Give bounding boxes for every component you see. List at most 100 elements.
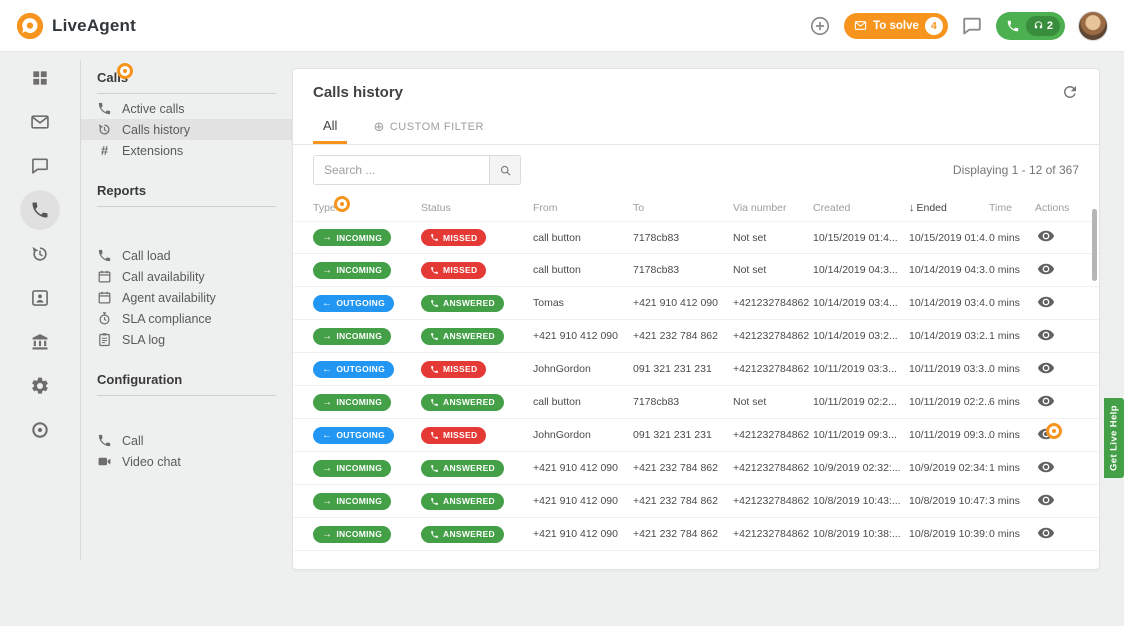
rail-contacts-button[interactable] [20, 278, 60, 318]
to-solve-button[interactable]: To solve 4 [844, 13, 948, 39]
table-row[interactable]: INCOMING ANSWERED +421 910 412 090 +421 … [293, 320, 1099, 353]
via-number-cell: +421232784862 [733, 429, 813, 441]
search-box [313, 155, 521, 185]
phone-icon [430, 398, 439, 407]
gear-icon [30, 376, 50, 396]
mail-icon [854, 19, 867, 32]
sidebar-item-video-chat[interactable]: Video chat [81, 451, 292, 472]
column-header-ended[interactable]: Ended [909, 202, 989, 214]
column-header-time[interactable]: Time [989, 202, 1035, 214]
type-badge: INCOMING [313, 328, 391, 345]
to-cell: 7178cb83 [633, 232, 733, 244]
table-row[interactable]: OUTGOING ANSWERED Tomas +421 910 412 090… [293, 287, 1099, 320]
rail-dashboard-button[interactable] [20, 58, 60, 98]
rail-chats-button[interactable] [20, 146, 60, 186]
table-row[interactable]: INCOMING MISSED call button 7178cb83 Not… [293, 221, 1099, 254]
chat-bubble-icon [30, 156, 50, 176]
view-call-button[interactable] [1037, 524, 1055, 542]
phone-icon [30, 200, 50, 220]
to-cell: +421 232 784 862 [633, 462, 733, 474]
view-call-button[interactable] [1037, 359, 1055, 377]
time-cell: 0 mins [989, 232, 1035, 244]
sidebar-item-calls-history[interactable]: Calls history [81, 119, 292, 140]
phone-icon [430, 464, 439, 473]
status-badge: MISSED [421, 361, 486, 378]
icon-rail [0, 52, 80, 626]
view-call-button[interactable] [1037, 458, 1055, 476]
view-call-button[interactable] [1037, 260, 1055, 278]
sidebar-item-agent-availability[interactable]: Agent availability [81, 287, 292, 308]
table-row[interactable]: OUTGOING MISSED JohnGordon 091 321 231 2… [293, 353, 1099, 386]
phone-icon [430, 530, 439, 539]
ended-cell: 10/11/2019 02:2... [909, 396, 989, 408]
eye-icon [1037, 359, 1055, 377]
rail-tickets-button[interactable] [20, 102, 60, 142]
column-header-from[interactable]: From [533, 202, 633, 214]
table-header: Type Status From To Via number Created E… [293, 195, 1099, 221]
table-row[interactable]: INCOMING ANSWERED +421 910 412 090 +421 … [293, 518, 1099, 551]
created-cell: 10/14/2019 03:2... [813, 330, 909, 342]
from-cell: call button [533, 396, 633, 408]
created-cell: 10/14/2019 04:3... [813, 264, 909, 276]
chats-button[interactable] [961, 15, 983, 37]
tab-all[interactable]: All [313, 109, 347, 144]
search-input[interactable] [314, 156, 489, 184]
ended-cell: 10/15/2019 01:4... [909, 232, 989, 244]
column-header-to[interactable]: To [633, 202, 733, 214]
table-row[interactable]: INCOMING ANSWERED +421 910 412 090 +421 … [293, 485, 1099, 518]
rail-company-button[interactable] [20, 322, 60, 362]
sidebar-item-sla-compliance[interactable]: SLA compliance [81, 308, 292, 329]
brand-logo[interactable]: LiveAgent [16, 12, 136, 40]
sidebar-item-call-load[interactable]: Call load [81, 245, 292, 266]
to-solve-count-badge: 4 [925, 17, 943, 35]
vertical-scrollbar[interactable] [1092, 209, 1097, 281]
tab-custom-filter[interactable]: CUSTOM FILTER [369, 109, 488, 144]
refresh-button[interactable] [1061, 83, 1081, 103]
rail-status-button[interactable] [20, 410, 60, 450]
table-body: INCOMING MISSED call button 7178cb83 Not… [293, 221, 1099, 551]
view-call-button[interactable] [1037, 227, 1055, 245]
eye-icon [1037, 260, 1055, 278]
column-header-status[interactable]: Status [421, 202, 533, 214]
column-header-via-number[interactable]: Via number [733, 202, 813, 214]
column-header-created[interactable]: Created [813, 202, 909, 214]
column-header-type[interactable]: Type [313, 202, 421, 214]
to-cell: 091 321 231 231 [633, 429, 733, 441]
table-row[interactable]: INCOMING ANSWERED +421 910 412 090 +421 … [293, 452, 1099, 485]
phone-icon [430, 497, 439, 506]
created-cell: 10/9/2019 02:32:... [813, 462, 909, 474]
phone-icon [97, 101, 112, 116]
sidebar-item-active-calls[interactable]: Active calls [81, 98, 292, 119]
search-button[interactable] [489, 156, 520, 184]
rail-settings-button[interactable] [20, 366, 60, 406]
sidebar-item-sla-log[interactable]: SLA log [81, 329, 292, 350]
view-call-button[interactable] [1037, 491, 1055, 509]
to-cell: +421 232 784 862 [633, 495, 733, 507]
user-avatar[interactable] [1078, 11, 1108, 41]
view-call-button[interactable] [1037, 293, 1055, 311]
rail-history-button[interactable] [20, 234, 60, 274]
sidebar-item-call[interactable]: Call [81, 430, 292, 451]
section-title-reports: Reports [81, 177, 292, 203]
type-badge: OUTGOING [313, 361, 394, 378]
eye-icon [1037, 293, 1055, 311]
type-badge: INCOMING [313, 526, 391, 543]
sort-desc-icon [909, 202, 915, 214]
section-title-configuration: Configuration [81, 366, 292, 392]
table-row[interactable]: OUTGOING MISSED JohnGordon 091 321 231 2… [293, 419, 1099, 452]
type-badge: OUTGOING [313, 427, 394, 444]
sidebar-item-call-availability[interactable]: Call availability [81, 266, 292, 287]
via-number-cell: +421232784862 [733, 330, 813, 342]
type-badge: INCOMING [313, 229, 391, 246]
table-row[interactable]: INCOMING ANSWERED call button 7178cb83 N… [293, 386, 1099, 419]
divider [97, 395, 276, 396]
rail-calls-button[interactable] [20, 190, 60, 230]
view-call-button[interactable] [1037, 326, 1055, 344]
get-live-help-tab[interactable]: Get Live Help [1104, 398, 1124, 478]
sidebar-item-extensions[interactable]: Extensions [81, 140, 292, 161]
view-call-button[interactable] [1037, 392, 1055, 410]
active-calls-button[interactable]: 2 [996, 12, 1065, 40]
annotation-marker-type-header [334, 196, 350, 212]
table-row[interactable]: INCOMING MISSED call button 7178cb83 Not… [293, 254, 1099, 287]
create-new-button[interactable] [809, 15, 831, 37]
